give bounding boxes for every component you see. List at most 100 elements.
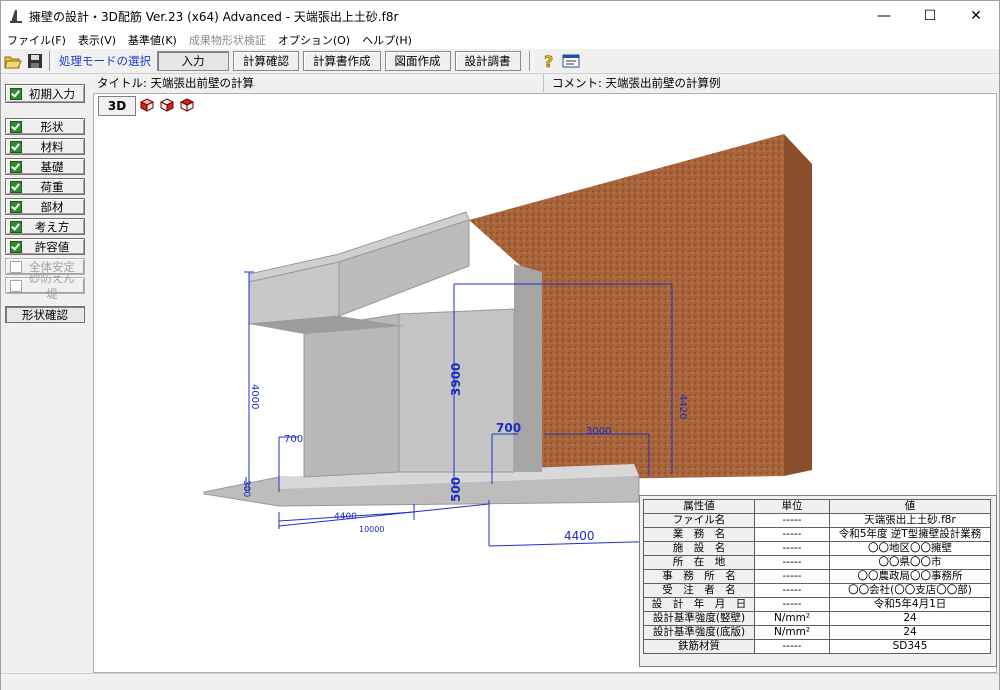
menu-file[interactable]: ファイル(F) xyxy=(1,32,72,48)
row-value[interactable]: 天端張出上土砂.f8r xyxy=(829,513,991,528)
table-row: 設計基準強度(竪壁) N/mm² 24 xyxy=(643,611,991,626)
report-button[interactable]: 計算書作成 xyxy=(303,51,381,71)
column-header: 属性値 xyxy=(643,499,755,514)
checked-icon xyxy=(10,220,22,233)
checked-icon xyxy=(10,240,22,253)
initial-input-label: 初期入力 xyxy=(29,86,75,101)
soil-block-side xyxy=(784,134,812,476)
sidebar-item-label: 荷重 xyxy=(40,179,64,194)
menu-help[interactable]: ヘルプ(H) xyxy=(356,32,418,48)
design-survey-button[interactable]: 設計調書 xyxy=(454,51,521,71)
table-row: 業 務 名 ----- 令和5年度 逆T型擁壁設計業務 xyxy=(643,527,991,542)
mode-select-label: 処理モードの選択 xyxy=(59,54,151,68)
row-value[interactable]: 令和5年度 逆T型擁壁設計業務 xyxy=(829,527,991,542)
row-value[interactable]: 〇〇県〇〇市 xyxy=(829,555,991,570)
front-wall xyxy=(303,313,400,478)
menu-standards[interactable]: 基準値(K) xyxy=(122,32,183,48)
menu-bar: ファイル(F) 表示(V) 基準値(K) 成果物形状検証 オプション(O) ヘル… xyxy=(1,31,999,49)
sidebar-item-sabo-dam[interactable]: 砂防えん堤 xyxy=(5,271,85,301)
sidebar-item-approach[interactable]: 考え方 xyxy=(5,218,85,235)
row-value[interactable]: 令和5年4月1日 xyxy=(829,597,991,612)
toolbar-separator xyxy=(528,51,533,71)
dim-label: 4400 xyxy=(564,529,595,543)
maximize-button[interactable]: ☐ xyxy=(907,1,953,31)
table-row: 設計基準強度(底版) N/mm² 24 xyxy=(643,625,991,640)
app-icon xyxy=(9,9,23,23)
open-folder-icon[interactable] xyxy=(3,51,23,71)
row-unit: ----- xyxy=(754,541,830,556)
menu-deliverable-check[interactable]: 成果物形状検証 xyxy=(183,32,272,48)
row-key: 事 務 所 名 xyxy=(643,569,755,584)
sidebar-item-label: 考え方 xyxy=(34,219,70,234)
sidebar-item-foundation[interactable]: 基礎 xyxy=(5,158,85,175)
sidebar: 初期入力 形状 材料 基礎 荷重 部材 考え方 許容値 全体安定 砂防えん堤 形… xyxy=(1,74,89,674)
status-bar xyxy=(1,673,999,690)
checked-icon xyxy=(10,180,22,193)
input-mode-button[interactable]: 入力 xyxy=(157,51,229,71)
close-button[interactable]: ✕ xyxy=(953,1,999,31)
dim-label: 300 xyxy=(241,480,251,497)
title-display: タイトル: 天端張出前壁の計算 xyxy=(97,76,255,90)
row-unit: ----- xyxy=(754,527,830,542)
row-key: 鉄筋材質 xyxy=(643,639,755,654)
row-unit: ----- xyxy=(754,555,830,570)
shape-check-button[interactable]: 形状確認 xyxy=(5,306,85,323)
row-key: 設計基準強度(竪壁) xyxy=(643,611,755,626)
dim-label: 700 xyxy=(496,421,521,435)
row-key: 設 計 年 月 日 xyxy=(643,597,755,612)
sidebar-item-allowable[interactable]: 許容値 xyxy=(5,238,85,255)
row-value[interactable]: 〇〇農政局〇〇事務所 xyxy=(829,569,991,584)
checked-icon xyxy=(10,160,22,173)
table-row: 受 注 者 名 ----- 〇〇会社(〇〇支店〇〇部) xyxy=(643,583,991,598)
row-unit: N/mm² xyxy=(754,625,830,640)
row-value[interactable]: 24 xyxy=(829,611,991,626)
comment-display: コメント: 天端張出前壁の計算例 xyxy=(543,74,999,92)
info-card-icon[interactable] xyxy=(561,51,581,71)
initial-input-button[interactable]: 初期入力 xyxy=(5,84,85,103)
row-unit: ----- xyxy=(754,597,830,612)
table-header-row: 属性値 単位 値 xyxy=(643,499,991,514)
sidebar-item-member[interactable]: 部材 xyxy=(5,198,85,215)
sidebar-item-label: 材料 xyxy=(40,139,64,154)
dim-label: 700 xyxy=(284,434,303,445)
table-row: 施 設 名 ----- 〇〇地区〇〇擁壁 xyxy=(643,541,991,556)
row-key: ファイル名 xyxy=(643,513,755,528)
checked-icon xyxy=(10,87,22,100)
sidebar-item-label: 基礎 xyxy=(40,159,64,174)
sidebar-item-label: 砂防えん堤 xyxy=(29,270,75,301)
sidebar-item-label: 部材 xyxy=(40,199,64,214)
row-key: 所 在 地 xyxy=(643,555,755,570)
row-key: 設計基準強度(底版) xyxy=(643,625,755,640)
unchecked-icon xyxy=(10,279,22,292)
table-row: 設 計 年 月 日 ----- 令和5年4月1日 xyxy=(643,597,991,612)
row-value[interactable]: 24 xyxy=(829,625,991,640)
table-row: 所 在 地 ----- 〇〇県〇〇市 xyxy=(643,555,991,570)
rear-wall xyxy=(514,264,542,472)
row-unit: ----- xyxy=(754,569,830,584)
row-value[interactable]: 〇〇会社(〇〇支店〇〇部) xyxy=(829,583,991,598)
menu-view[interactable]: 表示(V) xyxy=(72,32,122,48)
row-value[interactable]: SD345 xyxy=(829,639,991,654)
dim-label: 10000 xyxy=(359,525,384,534)
sidebar-item-shape[interactable]: 形状 xyxy=(5,118,85,135)
toolbar-separator xyxy=(49,51,53,71)
drawing-button[interactable]: 図面作成 xyxy=(384,51,451,71)
help-icon[interactable]: ? xyxy=(539,51,559,71)
row-key: 受 注 者 名 xyxy=(643,583,755,598)
save-icon[interactable] xyxy=(25,51,45,71)
minimize-button[interactable]: — xyxy=(861,1,907,31)
dim-label: 500 xyxy=(449,477,463,502)
shape-check-label: 形状確認 xyxy=(22,307,68,322)
table-row: ファイル名 ----- 天端張出上土砂.f8r xyxy=(643,513,991,528)
dim-label: 3900 xyxy=(449,363,463,396)
title-bar: 擁壁の設計・3D配筋 Ver.23 (x64) Advanced - 天端張出上… xyxy=(1,1,999,31)
row-value[interactable]: 〇〇地区〇〇擁壁 xyxy=(829,541,991,556)
property-table: 属性値 単位 値 ファイル名 ----- 天端張出上土砂.f8r 業 務 名 ----… xyxy=(643,499,991,654)
menu-options[interactable]: オプション(O) xyxy=(272,32,356,48)
calc-check-button[interactable]: 計算確認 xyxy=(233,51,299,71)
checked-icon xyxy=(10,120,22,133)
sidebar-item-load[interactable]: 荷重 xyxy=(5,178,85,195)
sidebar-item-material[interactable]: 材料 xyxy=(5,138,85,155)
checked-icon xyxy=(10,200,22,213)
window-title: 擁壁の設計・3D配筋 Ver.23 (x64) Advanced - 天端張出上… xyxy=(29,9,399,24)
